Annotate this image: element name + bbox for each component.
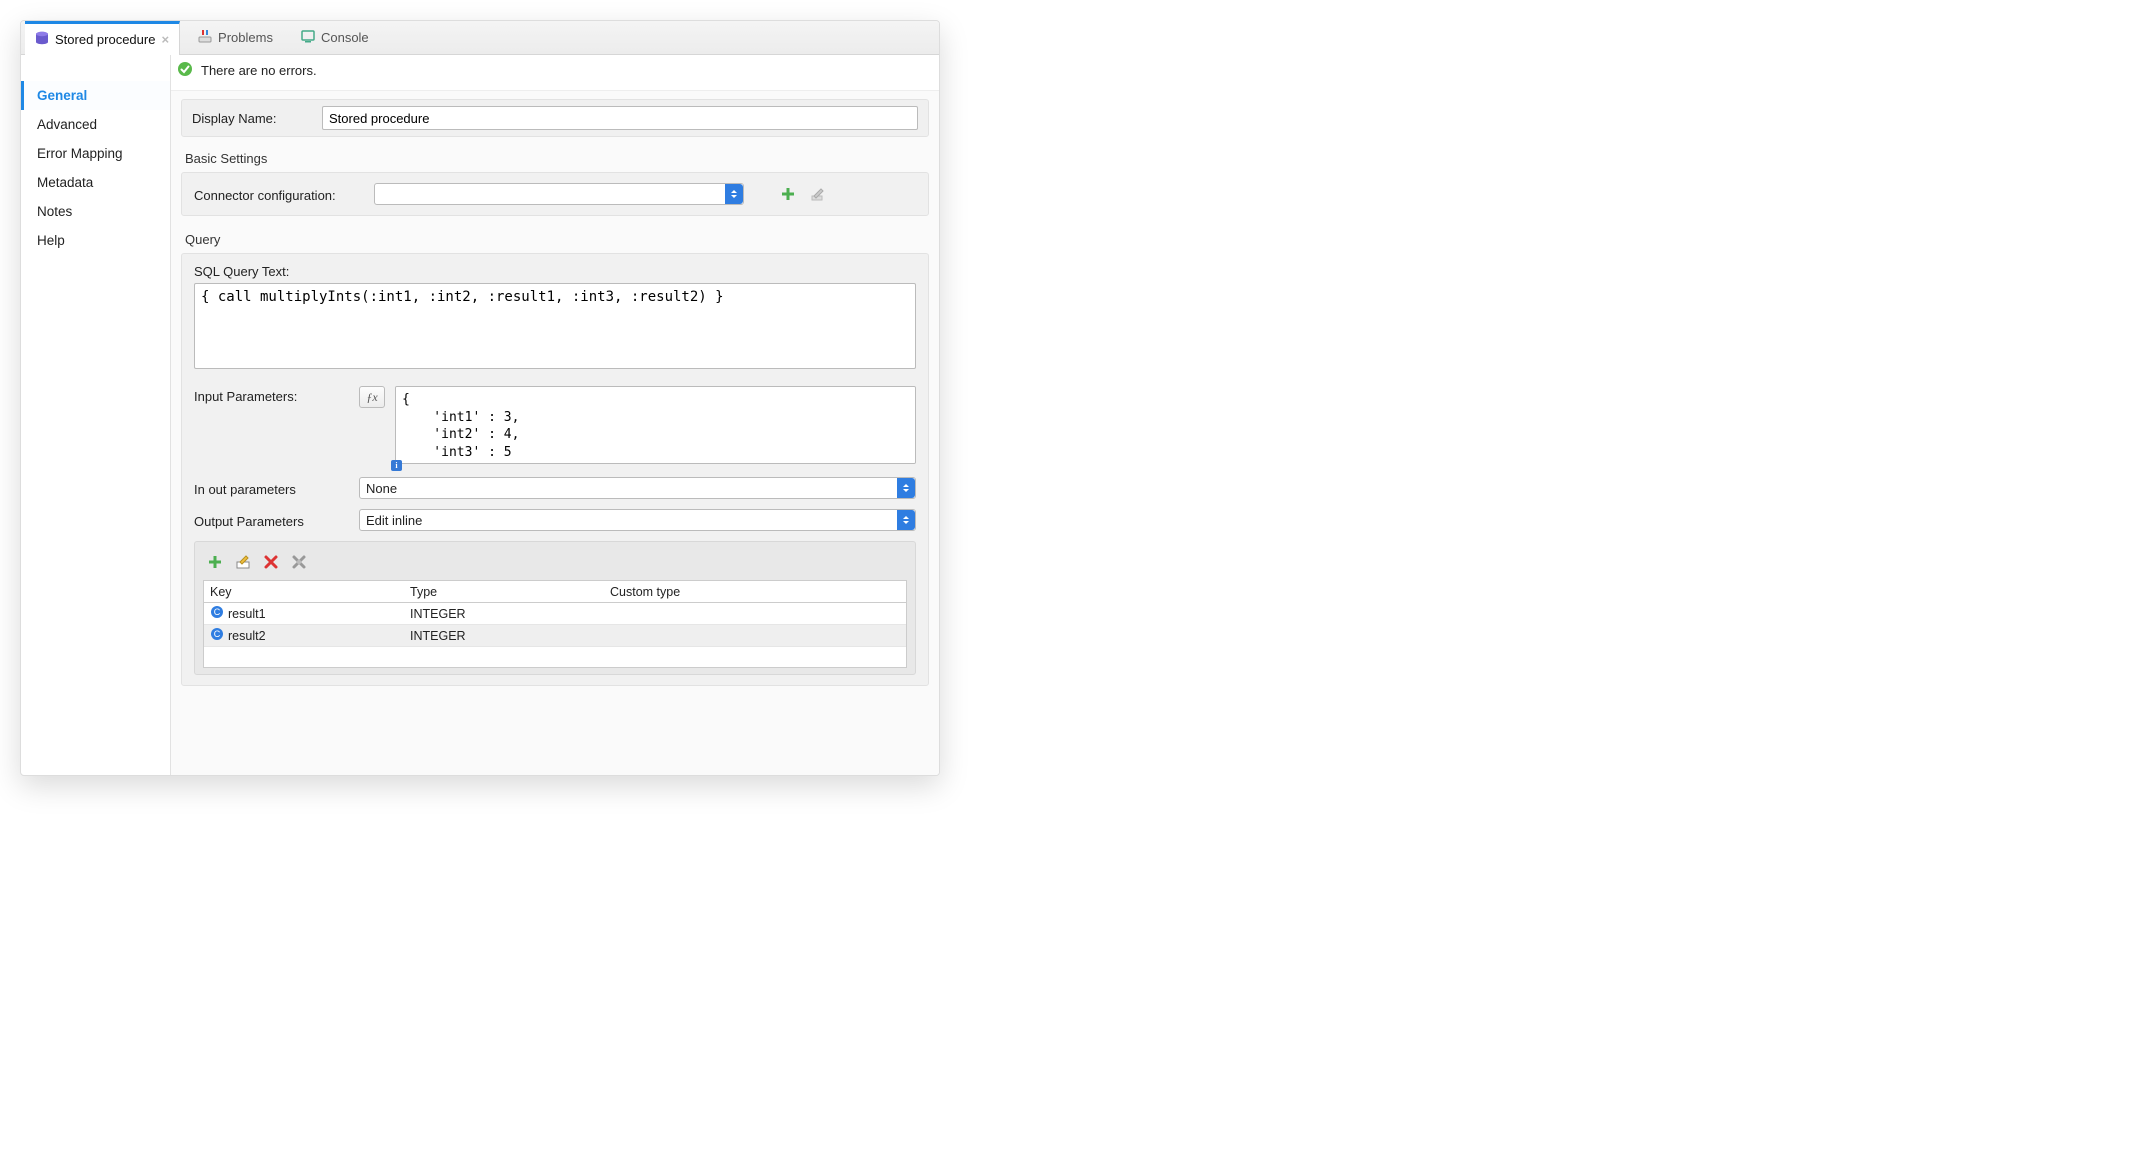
problems-icon (198, 29, 212, 46)
tab-bar: Stored procedure × Problems Console (21, 21, 939, 55)
table-header-row: Key Type Custom type (204, 581, 906, 603)
sidebar-item-label: General (37, 88, 87, 103)
output-params-panel: Key Type Custom type C result1 INTEGER (194, 541, 916, 675)
editor-window: Stored procedure × Problems Console (20, 20, 940, 776)
chevron-updown-icon (897, 510, 915, 530)
cell-key: result2 (228, 629, 266, 643)
output-params-table: Key Type Custom type C result1 INTEGER (203, 580, 907, 668)
output-parameters-label: Output Parameters (194, 511, 349, 529)
column-icon: C (210, 605, 224, 622)
col-custom-header: Custom type (604, 585, 906, 599)
col-key-header: Key (204, 585, 404, 599)
close-icon[interactable]: × (161, 32, 169, 47)
sql-query-text[interactable] (194, 283, 916, 369)
in-out-parameters-value: None (366, 481, 397, 496)
tab-label: Problems (218, 30, 273, 45)
sidebar-item-metadata[interactable]: Metadata (21, 168, 170, 197)
query-title: Query (181, 228, 929, 253)
display-name-input[interactable] (322, 106, 918, 130)
edit-button[interactable] (808, 184, 828, 204)
status-text: There are no errors. (201, 63, 317, 78)
delete-row-button[interactable] (261, 552, 281, 572)
connector-config-dropdown[interactable] (374, 183, 744, 205)
display-name-label: Display Name: (192, 111, 312, 126)
sidebar: General Advanced Error Mapping Metadata … (21, 55, 171, 775)
sidebar-item-notes[interactable]: Notes (21, 197, 170, 226)
sidebar-item-error-mapping[interactable]: Error Mapping (21, 139, 170, 168)
tools-button[interactable] (289, 552, 309, 572)
table-row[interactable]: C result1 INTEGER (204, 603, 906, 625)
add-button[interactable] (778, 184, 798, 204)
input-parameters-label: Input Parameters: (194, 386, 349, 404)
table-row[interactable]: C result2 INTEGER (204, 625, 906, 647)
info-icon: i (391, 460, 402, 471)
in-out-parameters-label: In out parameters (194, 479, 349, 497)
tab-console[interactable]: Console (291, 21, 379, 55)
fx-button[interactable]: ƒx (359, 386, 385, 408)
output-parameters-value: Edit inline (366, 513, 422, 528)
svg-text:C: C (214, 629, 221, 639)
sidebar-item-advanced[interactable]: Advanced (21, 110, 170, 139)
sidebar-item-label: Advanced (37, 117, 97, 132)
edit-row-button[interactable] (233, 552, 253, 572)
tab-label: Stored procedure (55, 32, 155, 47)
cell-type: INTEGER (410, 607, 466, 621)
column-icon: C (210, 627, 224, 644)
add-row-button[interactable] (205, 552, 225, 572)
sidebar-item-label: Metadata (37, 175, 93, 190)
chevron-updown-icon (897, 478, 915, 498)
table-empty-row (204, 647, 906, 667)
chevron-updown-icon (725, 184, 743, 204)
sidebar-item-label: Error Mapping (37, 146, 123, 161)
tab-label: Console (321, 30, 369, 45)
in-out-parameters-dropdown[interactable]: None (359, 477, 916, 499)
query-section: SQL Query Text: Input Parameters: ƒx i I… (181, 253, 929, 686)
col-type-header: Type (404, 585, 604, 599)
check-icon (177, 61, 193, 80)
console-icon (301, 29, 315, 46)
database-icon (35, 31, 49, 48)
cell-key: result1 (228, 607, 266, 621)
sidebar-item-label: Notes (37, 204, 72, 219)
basic-settings-section: Connector configuration: (181, 172, 929, 216)
input-parameters-text[interactable] (395, 386, 916, 464)
display-name-row: Display Name: (181, 99, 929, 137)
tab-stored-procedure[interactable]: Stored procedure × (25, 21, 180, 55)
main-panel: There are no errors. Display Name: Basic… (171, 55, 939, 775)
output-params-toolbar (203, 548, 907, 580)
sidebar-item-label: Help (37, 233, 65, 248)
tab-problems[interactable]: Problems (188, 21, 283, 55)
basic-settings-title: Basic Settings (181, 147, 929, 172)
cell-type: INTEGER (410, 629, 466, 643)
svg-text:C: C (214, 607, 221, 617)
connector-config-label: Connector configuration: (194, 185, 364, 203)
sidebar-item-help[interactable]: Help (21, 226, 170, 255)
output-parameters-dropdown[interactable]: Edit inline (359, 509, 916, 531)
status-bar: There are no errors. (171, 55, 939, 91)
sql-query-label: SQL Query Text: (194, 264, 916, 279)
sidebar-item-general[interactable]: General (21, 81, 170, 110)
